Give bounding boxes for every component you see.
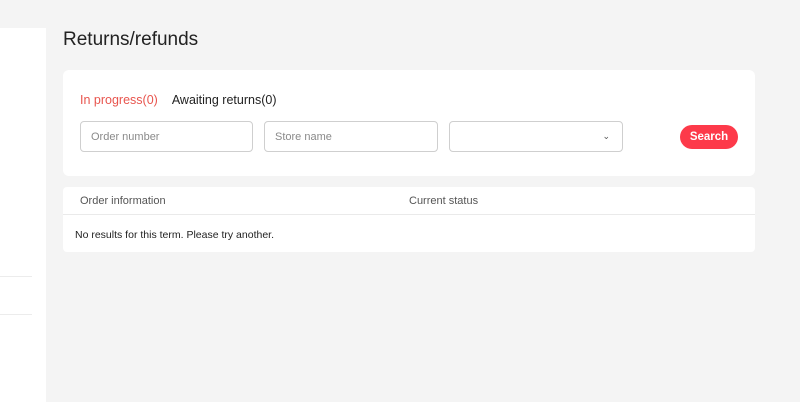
status-tabs: In progress(0) Awaiting returns(0) <box>80 93 277 107</box>
chevron-down-icon: ⌄ <box>602 131 610 141</box>
column-header-current-status: Current status <box>409 195 479 207</box>
order-number-field <box>80 121 253 152</box>
column-header-order-information: Order information <box>80 195 166 207</box>
status-select[interactable]: ⌄ <box>449 121 623 152</box>
empty-results-message: No results for this term. Please try ano… <box>75 229 274 241</box>
tab-awaiting-returns[interactable]: Awaiting returns(0) <box>172 93 277 107</box>
store-name-field <box>264 121 438 152</box>
results-table: Order information Current status No resu… <box>63 187 755 252</box>
page-title: Returns/refunds <box>63 29 199 50</box>
store-name-input[interactable] <box>265 122 437 151</box>
sidebar-divider <box>0 276 32 277</box>
filter-card: In progress(0) Awaiting returns(0) ⌄ Sea… <box>63 70 755 176</box>
results-header: Order information Current status <box>63 187 755 215</box>
sidebar-divider <box>0 314 32 315</box>
order-number-input[interactable] <box>81 122 252 151</box>
sidebar <box>0 28 46 402</box>
tab-in-progress[interactable]: In progress(0) <box>80 93 158 107</box>
search-button[interactable]: Search <box>680 125 738 149</box>
